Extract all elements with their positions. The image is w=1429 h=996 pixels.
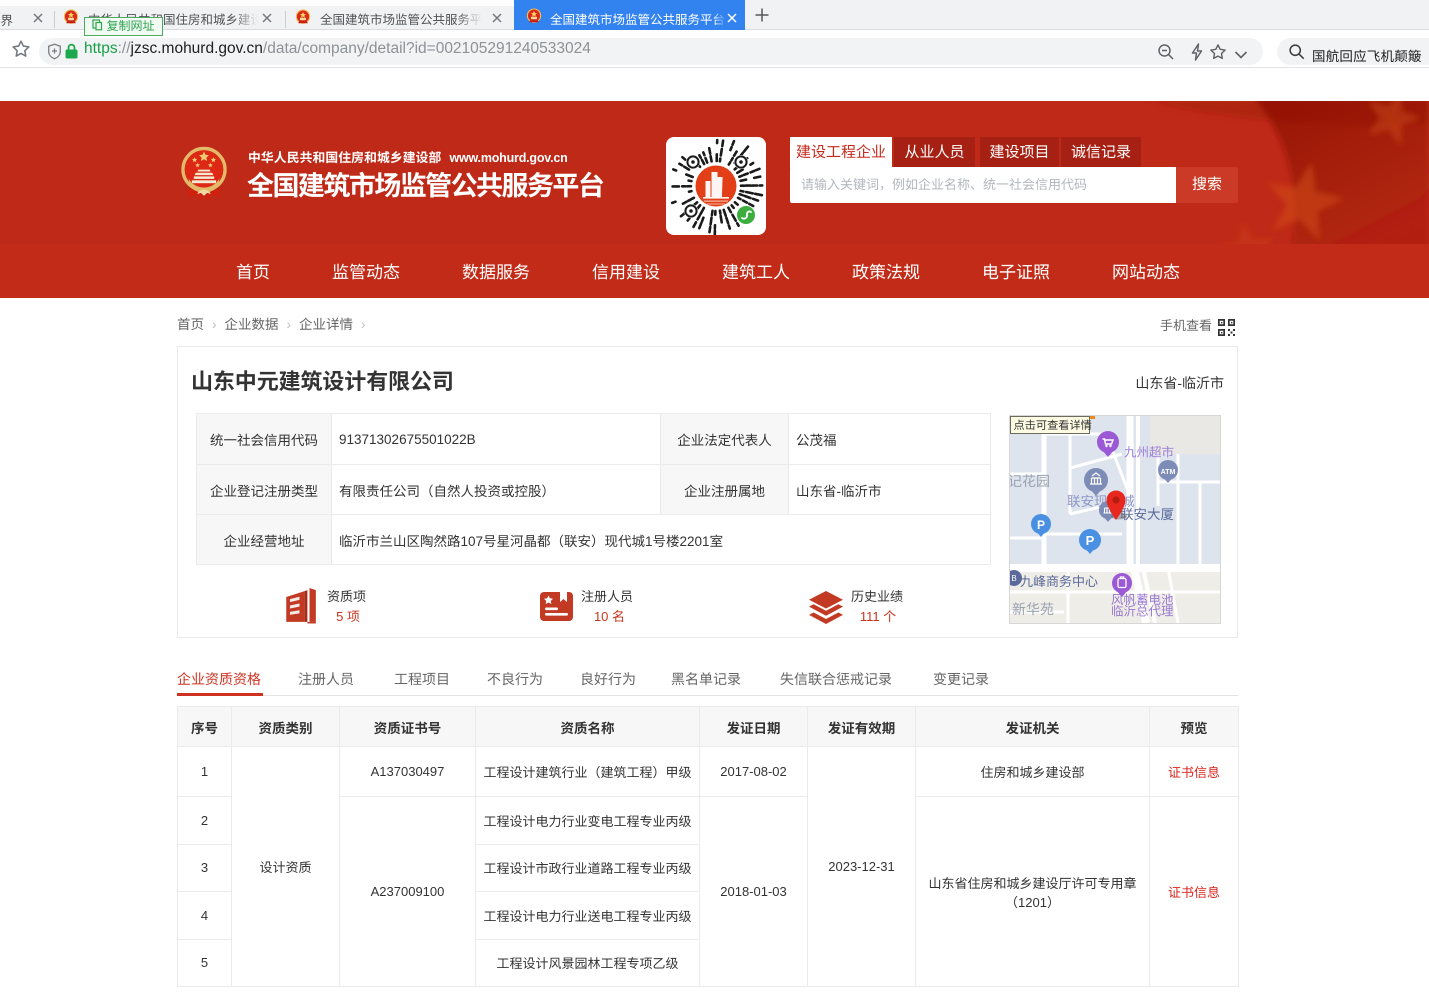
svg-text:点击可查看详情: 点击可查看详情 <box>1014 417 1092 433</box>
svg-text:九峰商务中心: 九峰商务中心 <box>1020 571 1098 590</box>
svg-text:B: B <box>1011 574 1016 583</box>
svg-text:记花园: 记花园 <box>1010 471 1050 491</box>
svg-text:新华苑: 新华苑 <box>1012 599 1054 619</box>
svg-text:P: P <box>1086 533 1095 548</box>
svg-text:九州超市: 九州超市 <box>1124 442 1174 461</box>
svg-text:ATM: ATM <box>1161 469 1176 476</box>
svg-text:联安大厦: 联安大厦 <box>1120 503 1174 523</box>
svg-text:临沂总代理: 临沂总代理 <box>1111 601 1174 620</box>
svg-text:P: P <box>1037 518 1045 532</box>
